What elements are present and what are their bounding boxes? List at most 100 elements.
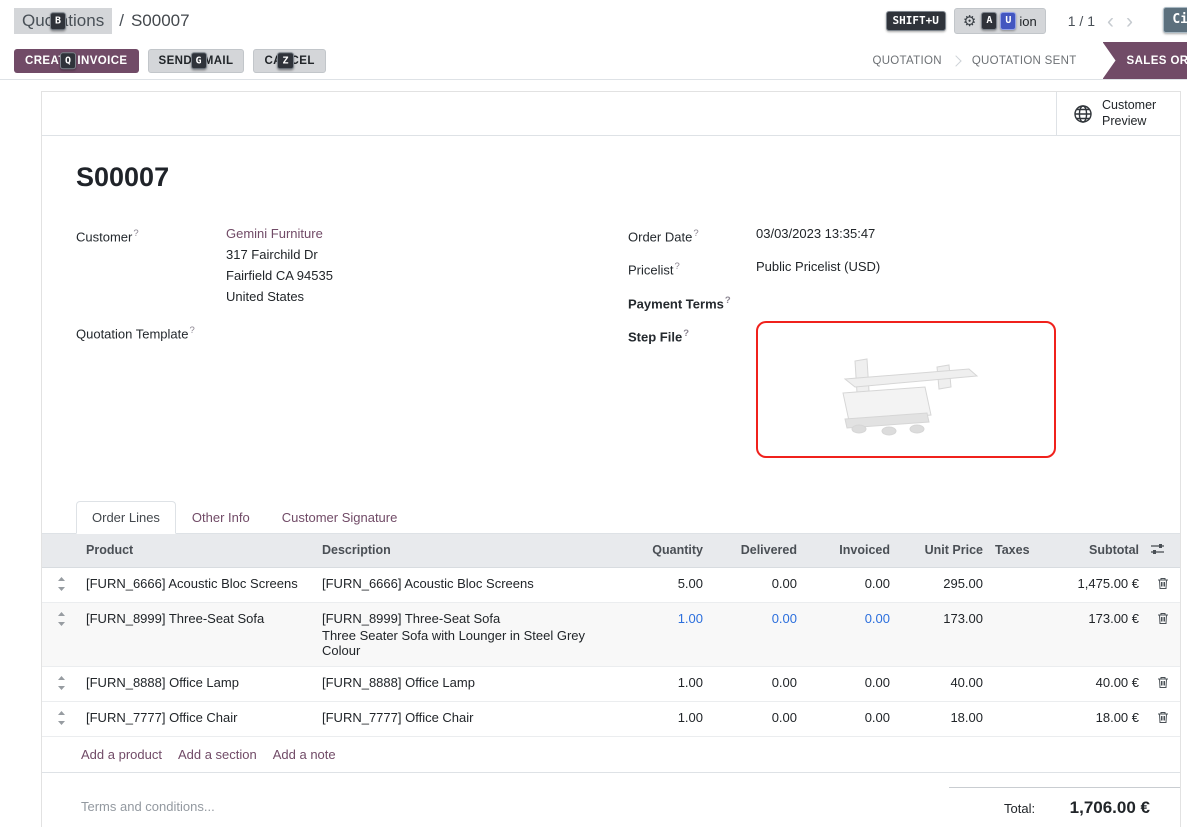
invoiced-cell[interactable]: 0.00: [803, 701, 896, 736]
table-row[interactable]: [FURN_7777] Office Chair [FURN_7777] Off…: [42, 701, 1180, 736]
product-cell[interactable]: [FURN_6666] Acoustic Bloc Screens: [80, 567, 316, 602]
customer-preview-button[interactable]: Customer Preview: [1056, 92, 1180, 135]
terms-and-conditions-placeholder[interactable]: Terms and conditions...: [81, 787, 215, 814]
subtotal-cell[interactable]: 173.00 €: [1039, 602, 1145, 666]
add-a-note-link[interactable]: Add a note: [273, 747, 336, 762]
subtotal-cell[interactable]: 1,475.00 €: [1039, 567, 1145, 602]
delete-row-button[interactable]: [1145, 666, 1180, 701]
quantity-cell[interactable]: 5.00: [616, 567, 709, 602]
product-cell[interactable]: [FURN_8888] Office Lamp: [80, 666, 316, 701]
status-step-quotation[interactable]: QUOTATION: [856, 55, 957, 67]
subtotal-cell[interactable]: 40.00 €: [1039, 666, 1145, 701]
customer-field-row: Customer? Gemini Furniture 317 Fairchild…: [76, 223, 628, 307]
description-cell[interactable]: [FURN_8888] Office Lamp: [316, 666, 616, 701]
pricelist-value[interactable]: Public Pricelist (USD): [756, 256, 880, 280]
breadcrumb-quotations-link[interactable]: Quotations B: [14, 8, 112, 34]
quotation-template-label: Quotation Template?: [76, 320, 226, 344]
delivered-cell[interactable]: 0.00: [709, 701, 803, 736]
delete-row-button[interactable]: [1145, 567, 1180, 602]
product-cell[interactable]: [FURN_7777] Office Chair: [80, 701, 316, 736]
cancel-button[interactable]: CANCEL Z: [253, 49, 325, 73]
delivered-cell[interactable]: 0.00: [709, 666, 803, 701]
invoiced-cell[interactable]: 0.00: [803, 602, 896, 666]
product-column-header[interactable]: Product: [80, 534, 316, 568]
description-cell[interactable]: [FURN_8999] Three-Seat Sofa Three Seater…: [316, 602, 616, 666]
total-value: 1,706.00 €: [1070, 798, 1150, 818]
hotkey-hint-q: Q: [60, 52, 76, 70]
customer-link[interactable]: Gemini Furniture: [226, 226, 323, 241]
pager-count: 1 / 1: [1068, 13, 1095, 29]
unit-price-cell[interactable]: 295.00: [896, 567, 989, 602]
optional-columns-button[interactable]: [1145, 534, 1180, 568]
delete-row-button[interactable]: [1145, 602, 1180, 666]
drag-handle[interactable]: [42, 701, 80, 736]
quantity-cell[interactable]: 1.00: [616, 602, 709, 666]
delivered-cell[interactable]: 0.00: [709, 567, 803, 602]
unit-price-cell[interactable]: 18.00: [896, 701, 989, 736]
invoiced-cell[interactable]: 0.00: [803, 567, 896, 602]
unit-price-cell[interactable]: 173.00: [896, 602, 989, 666]
drag-handle[interactable]: [42, 567, 80, 602]
field-group-left: Customer? Gemini Furniture 317 Fairchild…: [76, 223, 628, 467]
send-email-button[interactable]: SEND EMAIL G: [148, 49, 245, 73]
tab-other-info[interactable]: Other Info: [176, 501, 266, 534]
order-date-value[interactable]: 03/03/2023 13:35:47: [756, 223, 875, 247]
invoiced-column-header[interactable]: Invoiced: [803, 534, 896, 568]
record-title[interactable]: S00007: [76, 162, 1140, 193]
quantity-column-header[interactable]: Quantity: [616, 534, 709, 568]
hotkey-hint-a: A: [981, 12, 997, 30]
taxes-cell[interactable]: [989, 567, 1039, 602]
quantity-cell[interactable]: 1.00: [616, 701, 709, 736]
status-step-sales-order[interactable]: SALES ORDER: [1103, 42, 1187, 79]
description-cell[interactable]: [FURN_7777] Office Chair: [316, 701, 616, 736]
description-cell[interactable]: [FURN_6666] Acoustic Bloc Screens: [316, 567, 616, 602]
notebook-tabs: Order Lines Other Info Customer Signatur…: [42, 501, 1180, 534]
pager: 1 / 1 ‹ ›: [1068, 11, 1133, 32]
create-invoice-label: CREATE INVOICE: [25, 55, 128, 67]
pager-next-button[interactable]: ›: [1126, 11, 1133, 32]
taxes-cell[interactable]: [989, 602, 1039, 666]
quantity-cell[interactable]: 1.00: [616, 666, 709, 701]
subtotal-column-header[interactable]: Subtotal: [1039, 534, 1145, 568]
step-file-image[interactable]: [756, 321, 1056, 458]
hotkey-hint-shift-u: SHIFT+U: [886, 11, 946, 32]
pager-previous-button[interactable]: ‹: [1107, 11, 1114, 32]
product-cell[interactable]: [FURN_8999] Three-Seat Sofa: [80, 602, 316, 666]
odoo-sales-order-window: Quotations B / S00007 SHIFT+U ⚙ A U ion …: [0, 0, 1187, 827]
tab-order-lines[interactable]: Order Lines: [76, 501, 176, 534]
invoiced-cell[interactable]: 0.00: [803, 666, 896, 701]
tab-customer-signature[interactable]: Customer Signature: [266, 501, 414, 534]
sheet-footer: Terms and conditions... Total: 1,706.00 …: [42, 773, 1180, 827]
table-row[interactable]: [FURN_8999] Three-Seat Sofa [FURN_8999] …: [42, 602, 1180, 666]
delete-row-button[interactable]: [1145, 701, 1180, 736]
add-a-section-link[interactable]: Add a section: [178, 747, 257, 762]
table-row[interactable]: [FURN_6666] Acoustic Bloc Screens [FURN_…: [42, 567, 1180, 602]
action-menu-button[interactable]: ⚙ A U ion: [954, 8, 1046, 34]
taxes-column-header[interactable]: Taxes: [989, 534, 1039, 568]
hotkey-hint-b: B: [50, 12, 66, 30]
sort-handle-icon: [57, 577, 66, 591]
pricelist-label: Pricelist?: [628, 256, 756, 280]
description-column-header[interactable]: Description: [316, 534, 616, 568]
add-a-product-link[interactable]: Add a product: [81, 747, 162, 762]
taxes-cell[interactable]: [989, 701, 1039, 736]
form-sheet: Customer Preview S00007 Customer? Gemini…: [41, 91, 1181, 827]
status-step-quotation-sent[interactable]: QUOTATION SENT: [956, 55, 1093, 67]
drag-handle[interactable]: [42, 666, 80, 701]
delivered-column-header[interactable]: Delivered: [709, 534, 803, 568]
delivered-cell[interactable]: 0.00: [709, 602, 803, 666]
subtotal-cell[interactable]: 18.00 €: [1039, 701, 1145, 736]
create-invoice-button[interactable]: CREATE INVOICE Q: [14, 49, 139, 73]
taxes-cell[interactable]: [989, 666, 1039, 701]
order-date-label: Order Date?: [628, 223, 756, 247]
sheet-body: S00007 Customer? Gemini Furniture 317 Fa…: [42, 136, 1180, 467]
table-header-row: Product Description Quantity Delivered I…: [42, 534, 1180, 568]
table-row[interactable]: [FURN_8888] Office Lamp [FURN_8888] Offi…: [42, 666, 1180, 701]
unit-price-column-header[interactable]: Unit Price: [896, 534, 989, 568]
drag-handle[interactable]: [42, 602, 80, 666]
breadcrumb-bar: Quotations B / S00007 SHIFT+U ⚙ A U ion …: [0, 0, 1187, 42]
unit-price-cell[interactable]: 40.00: [896, 666, 989, 701]
trash-icon: [1157, 711, 1169, 724]
step-file-label: Step File?: [628, 323, 756, 458]
customer-label: Customer?: [76, 223, 226, 307]
